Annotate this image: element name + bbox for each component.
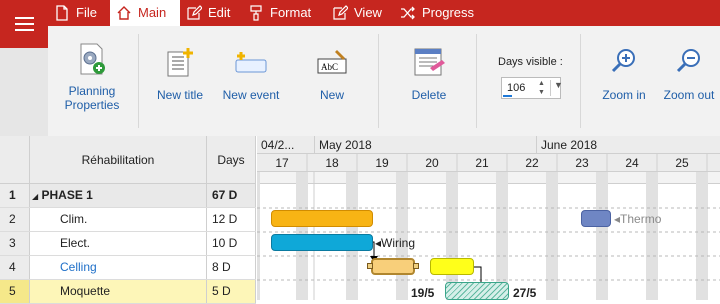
zoom-out-button[interactable]: Zoom out (660, 46, 718, 102)
collapse-triangle-icon[interactable]: ◢ (32, 192, 38, 201)
shuffle-icon (401, 6, 415, 20)
menu-main[interactable]: Main (110, 0, 180, 26)
new-title-icon (167, 48, 193, 77)
menu-view-label: View (354, 5, 382, 20)
home-icon (117, 6, 131, 20)
svg-text:AbC: AbC (321, 62, 338, 72)
ribbon-separator (476, 34, 477, 128)
ribbon-separator (378, 34, 379, 128)
gantt-bar-moquette[interactable] (445, 282, 509, 300)
new-event-icon (235, 52, 267, 73)
new-event-label: New event (222, 88, 280, 102)
end-date-label: 27/5 (513, 286, 537, 300)
menu-format[interactable]: Format (248, 0, 318, 26)
menu-main-label: Main (138, 5, 167, 20)
dependency-links (370, 241, 482, 300)
planning-properties-button[interactable]: Planning Properties (56, 42, 128, 112)
view-icon (333, 5, 348, 20)
menu-file-label: File (76, 5, 97, 20)
days-header-label: Days (217, 153, 245, 167)
task-name-cell[interactable]: ◢ PHASE 1 (30, 184, 207, 207)
table-row[interactable]: 4 Celling 8 D (0, 256, 256, 280)
task-grid: Réhabilitation Days 1 ◢ PHASE 1 67 D 2 C… (0, 136, 256, 304)
task-name[interactable]: Clim. (30, 208, 207, 231)
row-number: 2 (0, 208, 30, 231)
row-number-header (0, 136, 30, 184)
days-column-header[interactable]: Days (207, 136, 256, 184)
delete-label: Delete (411, 88, 447, 102)
days-visible-label: Days visible : (498, 56, 563, 68)
menu-progress[interactable]: Progress (400, 0, 480, 26)
ribbon-separator (138, 34, 139, 128)
days-visible-progress (503, 95, 512, 97)
row-number: 4 (0, 256, 30, 279)
new-label: New (319, 88, 344, 102)
new-title-label: New title (156, 88, 203, 102)
task-name[interactable]: Elect. (30, 232, 207, 255)
task-days: 8 D (207, 256, 256, 279)
task-days: 67 D (207, 184, 256, 207)
gantt-bar-celling[interactable] (371, 258, 415, 275)
task-name: PHASE 1 (41, 188, 93, 202)
start-date-label: 19/5 (411, 286, 435, 300)
table-row[interactable]: 1 ◢ PHASE 1 67 D (0, 184, 256, 208)
chevron-down-icon[interactable]: ▼ (550, 80, 563, 96)
ribbon-left-strip (0, 48, 48, 136)
menu-edit-label: Edit (208, 5, 231, 20)
menu-edit[interactable]: Edit (186, 0, 236, 26)
zoom-out-label: Zoom out (663, 88, 715, 102)
planning-properties-label: Planning Properties (64, 84, 120, 112)
resize-handle-right[interactable] (413, 263, 419, 269)
new-text-icon: AbC (317, 50, 347, 74)
days-visible-value[interactable]: 106 (507, 82, 525, 94)
delete-button[interactable]: Delete (398, 46, 460, 102)
row-number: 1 (0, 184, 30, 207)
resize-handle-left[interactable] (367, 263, 373, 269)
menu-progress-label: Progress (422, 5, 475, 20)
task-days: 12 D (207, 208, 256, 231)
delete-icon (414, 48, 445, 76)
row-number: 3 (0, 232, 30, 255)
table-row[interactable]: 2 Clim. 12 D (0, 208, 256, 232)
table-row-selected[interactable]: 5 Moquette 5 D (0, 280, 256, 304)
new-event-button[interactable]: New event (220, 46, 282, 102)
ribbon-separator (580, 34, 581, 128)
table-row[interactable]: 3 Elect. 10 D (0, 232, 256, 256)
days-visible-spinner[interactable]: 106 ▲ ▼ ▼ (501, 77, 563, 99)
new-button[interactable]: AbC New (304, 46, 360, 102)
file-icon (56, 5, 68, 21)
edit-icon (187, 5, 202, 20)
menu-file[interactable]: File (54, 0, 104, 26)
gantt-bar-yellow[interactable] (430, 258, 474, 275)
hamburger-menu-button[interactable] (0, 0, 48, 48)
new-title-button[interactable]: New title (152, 46, 208, 102)
planning-properties-icon (80, 43, 105, 75)
gantt-chart[interactable]: 04/2... May 2018 June 2018 17 18 19 20 2… (257, 136, 720, 300)
spinner-arrows-icon[interactable]: ▲ ▼ (538, 79, 545, 97)
menu-format-label: Format (270, 5, 312, 20)
zoom-in-icon (611, 49, 635, 73)
menu-view[interactable]: View (332, 0, 387, 26)
zoom-out-icon (676, 49, 700, 73)
name-column-header[interactable]: Réhabilitation (30, 136, 207, 184)
zoom-in-button[interactable]: Zoom in (596, 46, 652, 102)
task-days: 10 D (207, 232, 256, 255)
name-header-label: Réhabilitation (81, 153, 155, 167)
format-paint-icon (250, 5, 262, 21)
task-name[interactable]: Celling (30, 256, 207, 279)
zoom-in-label: Zoom in (602, 88, 646, 102)
ribbon: Planning Properties New title New event … (48, 26, 720, 136)
